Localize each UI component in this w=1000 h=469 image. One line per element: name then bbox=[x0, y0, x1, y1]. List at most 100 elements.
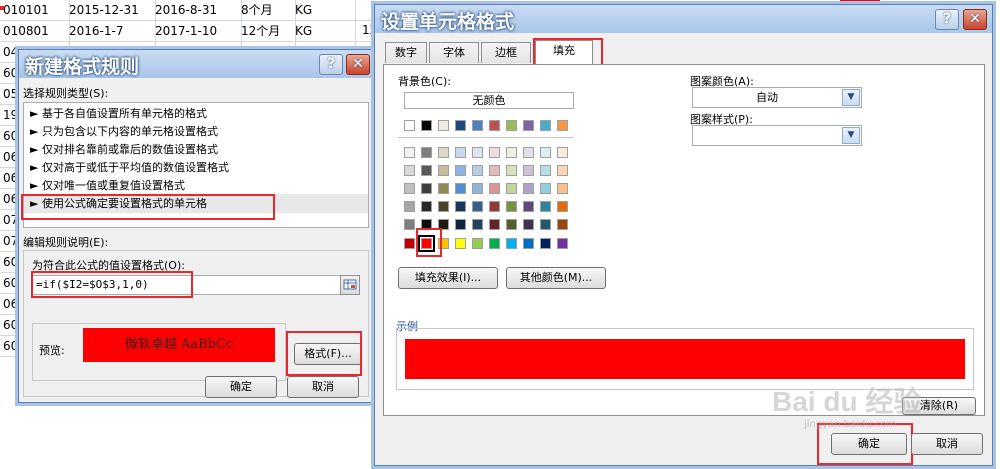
tab-font[interactable]: 字体 bbox=[429, 42, 479, 63]
rule-type-item-average[interactable]: ► 仅对高于或低于平均值的数值设置格式 bbox=[30, 159, 229, 176]
color-swatch[interactable] bbox=[455, 120, 466, 131]
color-swatch[interactable] bbox=[404, 238, 415, 249]
new-rule-cancel-button[interactable]: 取消 bbox=[287, 376, 359, 398]
color-swatch[interactable] bbox=[438, 147, 449, 158]
color-swatch[interactable] bbox=[557, 183, 568, 194]
color-swatch[interactable] bbox=[489, 120, 500, 131]
color-swatch[interactable] bbox=[506, 165, 517, 176]
color-swatch[interactable] bbox=[489, 238, 500, 249]
color-swatch[interactable] bbox=[523, 219, 534, 230]
color-swatch[interactable] bbox=[540, 238, 551, 249]
color-swatch[interactable] bbox=[540, 165, 551, 176]
more-colors-button[interactable]: 其他颜色(M)... bbox=[506, 267, 606, 289]
color-swatch[interactable] bbox=[557, 238, 568, 249]
color-swatch[interactable] bbox=[404, 201, 415, 212]
color-swatch[interactable] bbox=[540, 120, 551, 131]
table-cell[interactable]: 2017-1-10 bbox=[152, 21, 242, 41]
color-swatch[interactable] bbox=[404, 120, 415, 131]
no-color-button[interactable]: 无颜色 bbox=[404, 92, 574, 109]
help-button[interactable]: ? bbox=[935, 9, 959, 30]
rule-type-item-unique[interactable]: ► 仅对唯一值或重复值设置格式 bbox=[30, 177, 185, 194]
color-swatch[interactable] bbox=[489, 219, 500, 230]
rule-type-item-all-cells[interactable]: ► 基于各自值设置所有单元格的格式 bbox=[30, 105, 207, 122]
color-swatch[interactable] bbox=[506, 201, 517, 212]
table-cell[interactable]: 2016-8-31 bbox=[152, 0, 242, 20]
tab-border[interactable]: 边框 bbox=[481, 42, 531, 63]
color-swatch[interactable] bbox=[506, 147, 517, 158]
color-swatch[interactable] bbox=[489, 165, 500, 176]
color-swatch[interactable] bbox=[455, 201, 466, 212]
color-swatch[interactable] bbox=[455, 183, 466, 194]
color-swatch[interactable] bbox=[404, 165, 415, 176]
color-swatch[interactable] bbox=[489, 183, 500, 194]
close-button[interactable]: ✕ bbox=[346, 54, 370, 75]
color-swatch[interactable] bbox=[472, 201, 483, 212]
color-swatch[interactable] bbox=[557, 219, 568, 230]
pattern-color-select[interactable]: 自动 ▼ bbox=[692, 87, 862, 108]
color-swatch[interactable] bbox=[438, 183, 449, 194]
color-swatch[interactable] bbox=[421, 147, 432, 158]
table-cell[interactable]: 010101 bbox=[0, 0, 70, 20]
fill-effects-button[interactable]: 填充效果(I)... bbox=[398, 267, 498, 289]
color-swatch[interactable] bbox=[489, 147, 500, 158]
table-cell[interactable]: KG bbox=[292, 21, 356, 41]
color-swatch[interactable] bbox=[404, 147, 415, 158]
color-swatch[interactable] bbox=[421, 183, 432, 194]
select-rule-type-label: 选择规则类型(S): bbox=[23, 87, 109, 100]
color-swatch[interactable] bbox=[472, 147, 483, 158]
color-swatch[interactable] bbox=[489, 201, 500, 212]
color-swatch[interactable] bbox=[540, 201, 551, 212]
color-swatch[interactable] bbox=[506, 238, 517, 249]
color-swatch[interactable] bbox=[523, 201, 534, 212]
palette-divider bbox=[398, 137, 574, 138]
rule-desc-panel: 为符合此公式的值设置格式(O): =if($I2=$O$3,1,0) 预览: 微… bbox=[23, 250, 369, 397]
color-swatch[interactable] bbox=[523, 238, 534, 249]
table-cell[interactable]: 010801 bbox=[0, 21, 70, 41]
color-swatch[interactable] bbox=[421, 120, 432, 131]
new-rule-ok-button[interactable]: 确定 bbox=[205, 376, 277, 398]
color-swatch[interactable] bbox=[472, 238, 483, 249]
color-swatch[interactable] bbox=[472, 165, 483, 176]
color-swatch[interactable] bbox=[540, 219, 551, 230]
color-swatch[interactable] bbox=[455, 219, 466, 230]
color-swatch[interactable] bbox=[506, 120, 517, 131]
table-cell[interactable]: 2015-12-31 bbox=[66, 0, 156, 20]
color-swatch[interactable] bbox=[455, 238, 466, 249]
color-swatch[interactable] bbox=[472, 219, 483, 230]
table-cell[interactable]: KG bbox=[292, 0, 356, 20]
color-swatch[interactable] bbox=[557, 120, 568, 131]
color-swatch[interactable] bbox=[557, 201, 568, 212]
color-swatch[interactable] bbox=[455, 147, 466, 158]
close-button[interactable]: ✕ bbox=[963, 9, 987, 30]
color-swatch[interactable] bbox=[523, 147, 534, 158]
table-cell[interactable]: 12个月 bbox=[238, 21, 296, 41]
color-swatch[interactable] bbox=[472, 120, 483, 131]
color-swatch[interactable] bbox=[540, 183, 551, 194]
color-swatch[interactable] bbox=[506, 183, 517, 194]
color-swatch[interactable] bbox=[404, 219, 415, 230]
table-cell[interactable]: 2016-1-7 bbox=[66, 21, 156, 41]
color-swatch[interactable] bbox=[557, 147, 568, 158]
format-cells-cancel-button[interactable]: 取消 bbox=[911, 433, 983, 455]
help-button[interactable]: ? bbox=[319, 54, 343, 75]
rule-type-item-contains[interactable]: ► 只为包含以下内容的单元格设置格式 bbox=[30, 123, 218, 140]
color-swatch[interactable] bbox=[438, 201, 449, 212]
color-swatch[interactable] bbox=[540, 147, 551, 158]
color-swatch[interactable] bbox=[455, 165, 466, 176]
pattern-style-select[interactable]: ▼ bbox=[692, 125, 862, 146]
color-swatch[interactable] bbox=[523, 183, 534, 194]
table-cell[interactable]: 8个月 bbox=[238, 0, 296, 20]
color-swatch[interactable] bbox=[506, 219, 517, 230]
color-swatch[interactable] bbox=[404, 183, 415, 194]
color-swatch[interactable] bbox=[421, 165, 432, 176]
color-swatch[interactable] bbox=[523, 165, 534, 176]
tab-number[interactable]: 数字 bbox=[385, 42, 427, 63]
color-swatch[interactable] bbox=[557, 165, 568, 176]
color-swatch[interactable] bbox=[523, 120, 534, 131]
color-swatch[interactable] bbox=[438, 165, 449, 176]
color-swatch[interactable] bbox=[472, 183, 483, 194]
color-swatch[interactable] bbox=[421, 201, 432, 212]
color-swatch[interactable] bbox=[438, 120, 449, 131]
range-picker-icon[interactable] bbox=[340, 275, 360, 295]
rule-type-item-top-bottom[interactable]: ► 仅对排名靠前或靠后的数值设置格式 bbox=[30, 141, 218, 158]
